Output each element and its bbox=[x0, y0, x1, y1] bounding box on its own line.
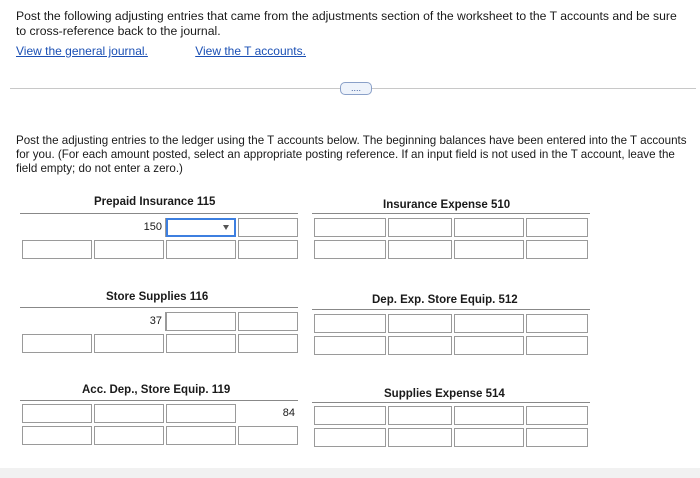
links-row: View the general journal. View the T acc… bbox=[16, 44, 350, 58]
t-account-title-dep-exp-store-equip: Dep. Exp. Store Equip. 512 bbox=[372, 294, 518, 306]
posting-ref-input[interactable] bbox=[94, 240, 164, 259]
t-account-line bbox=[20, 400, 298, 401]
t-account-title-store-supplies: Store Supplies 116 bbox=[106, 291, 209, 303]
posting-ref-input[interactable] bbox=[454, 218, 524, 237]
amount-input[interactable] bbox=[22, 404, 92, 423]
amount-input[interactable] bbox=[526, 428, 588, 447]
amount-input[interactable] bbox=[238, 334, 298, 353]
instructions-text: Post the adjusting entries to the ledger… bbox=[16, 134, 687, 175]
amount-input[interactable] bbox=[22, 240, 92, 259]
posting-ref-input[interactable] bbox=[94, 334, 164, 353]
t-account-title-prepaid-insurance: Prepaid Insurance 115 bbox=[94, 196, 216, 208]
posting-ref-input[interactable] bbox=[454, 428, 524, 447]
posting-ref-input[interactable] bbox=[388, 218, 452, 237]
chevron-down-icon bbox=[223, 225, 229, 230]
beginning-balance: 37 bbox=[94, 312, 166, 331]
posting-ref-input[interactable] bbox=[454, 240, 524, 259]
amount-input[interactable] bbox=[22, 426, 92, 445]
amount-input[interactable] bbox=[526, 218, 588, 237]
beginning-balance: 84 bbox=[282, 407, 295, 419]
amount-input[interactable] bbox=[314, 428, 386, 447]
amount-input[interactable] bbox=[526, 336, 588, 355]
amount-input[interactable] bbox=[314, 336, 386, 355]
posting-ref-input[interactable] bbox=[388, 336, 452, 355]
amount-input[interactable] bbox=[238, 426, 298, 445]
amount-input[interactable] bbox=[238, 218, 298, 237]
amount-input[interactable] bbox=[22, 334, 92, 353]
beginning-balance: 150 bbox=[94, 218, 166, 237]
posting-ref-input[interactable] bbox=[166, 426, 236, 445]
t-account-line bbox=[312, 402, 590, 403]
t-account-line bbox=[312, 213, 590, 214]
amount-input[interactable] bbox=[526, 406, 588, 425]
amount-input[interactable] bbox=[526, 314, 588, 333]
view-t-accounts-link[interactable]: View the T accounts. bbox=[195, 44, 306, 58]
posting-ref-input[interactable] bbox=[166, 334, 236, 353]
posting-ref-input[interactable] bbox=[94, 426, 164, 445]
amount-input[interactable] bbox=[238, 312, 298, 331]
expand-more-button[interactable]: .... bbox=[340, 82, 372, 95]
amount-input[interactable] bbox=[526, 240, 588, 259]
amount-input[interactable] bbox=[314, 314, 386, 333]
posting-ref-input[interactable] bbox=[94, 404, 164, 423]
posting-ref-input[interactable] bbox=[454, 406, 524, 425]
view-general-journal-link[interactable]: View the general journal. bbox=[16, 44, 148, 58]
posting-ref-input[interactable] bbox=[454, 336, 524, 355]
t-account-line bbox=[20, 307, 298, 308]
amount-input[interactable] bbox=[238, 240, 298, 259]
posting-ref-input[interactable] bbox=[388, 428, 452, 447]
amount-input[interactable] bbox=[314, 218, 386, 237]
amount-input[interactable] bbox=[314, 406, 386, 425]
t-account-line bbox=[312, 309, 590, 310]
posting-ref-input[interactable] bbox=[166, 404, 236, 423]
posting-ref-input[interactable] bbox=[166, 240, 236, 259]
t-account-line bbox=[20, 213, 298, 214]
amount-input[interactable] bbox=[314, 240, 386, 259]
t-account-title-supplies-expense: Supplies Expense 514 bbox=[384, 388, 505, 400]
posting-ref-select[interactable] bbox=[166, 218, 236, 237]
posting-ref-input[interactable] bbox=[388, 314, 452, 333]
posting-ref-input[interactable] bbox=[388, 406, 452, 425]
bottom-edge bbox=[0, 468, 700, 478]
posting-ref-input[interactable] bbox=[388, 240, 452, 259]
posting-ref-input[interactable] bbox=[166, 312, 236, 331]
intro-text: Post the following adjusting entries tha… bbox=[16, 9, 677, 38]
t-account-title-insurance-expense: Insurance Expense 510 bbox=[383, 199, 511, 211]
t-account-title-acc-dep-store-equip: Acc. Dep., Store Equip. 119 bbox=[82, 384, 231, 396]
posting-ref-input[interactable] bbox=[454, 314, 524, 333]
